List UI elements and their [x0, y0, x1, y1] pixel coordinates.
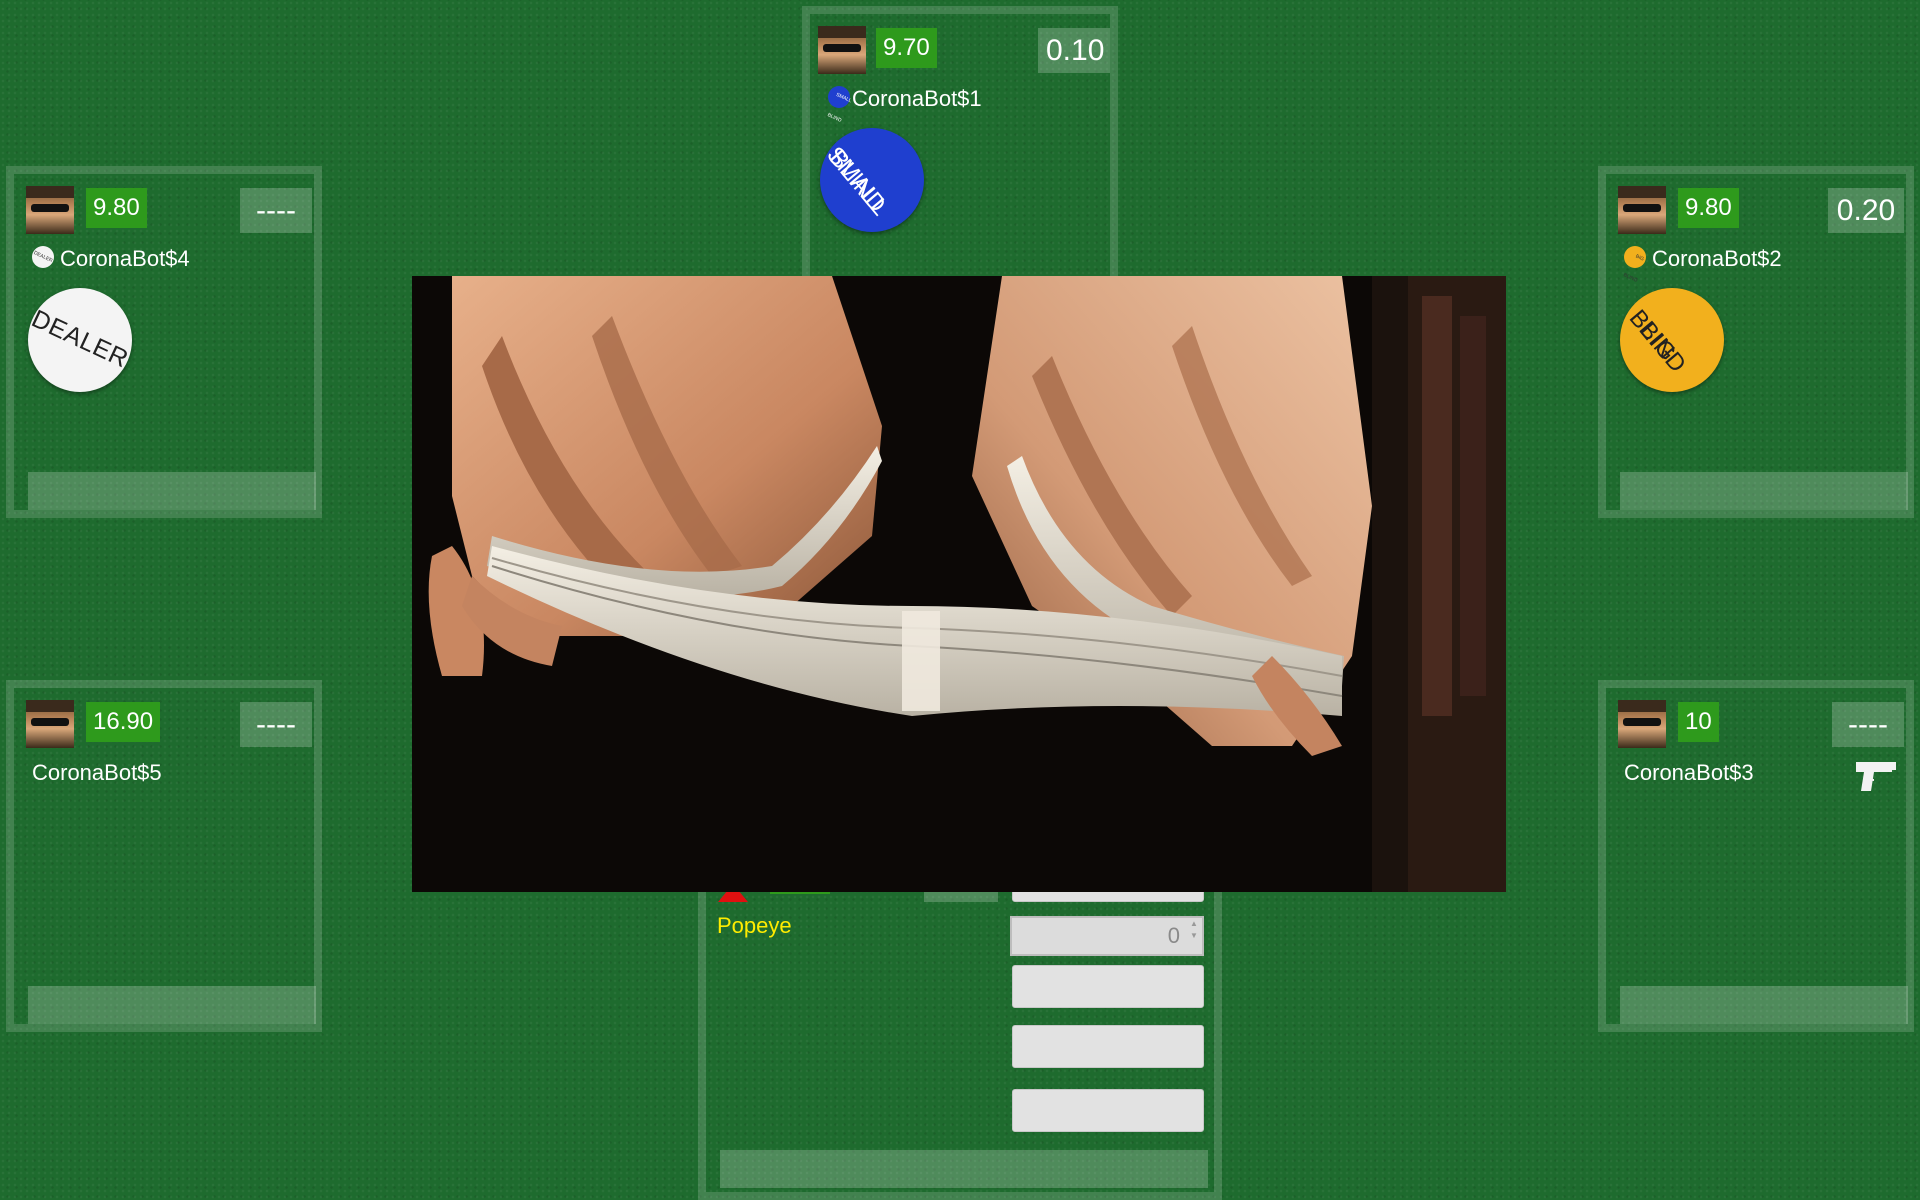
- seat-1-panel: 9.70 0.10 SMALL BLIND CoronaBot$1 SMALL B…: [802, 6, 1118, 286]
- dealer-button: DEALER: [27, 288, 133, 392]
- seat-3-panel: 10 ---- CoronaBot$3: [1598, 680, 1914, 1032]
- seat-3-stack: 10: [1678, 702, 1719, 742]
- seat-5-status-bar: [28, 986, 316, 1024]
- big-blind-chip: BIG BLIND: [1620, 288, 1724, 392]
- seat-2-player-name: CoronaBot$2: [1652, 246, 1782, 271]
- bet-amount-field[interactable]: ▲▼: [1010, 916, 1204, 956]
- seat-5-avatar: [26, 700, 74, 748]
- seat-5-bet: ----: [240, 702, 312, 747]
- pistol-icon: [1856, 762, 1896, 791]
- seat-1-stack: 9.70: [876, 28, 937, 68]
- seat-4-dealer-mini-icon: DEALER: [32, 246, 54, 268]
- seat-4-avatar: [26, 186, 74, 234]
- seat-3-avatar: [1618, 700, 1666, 748]
- seat-5-panel: 16.90 ---- CoronaBot$5: [6, 680, 322, 1032]
- seat-2-status-bar: [1620, 472, 1908, 510]
- seat-2-bet: 0.20: [1828, 188, 1904, 233]
- seat-4-status-bar: [28, 472, 316, 510]
- seat-3-player-name: CoronaBot$3: [1624, 760, 1754, 785]
- seat-5-player-name: CoronaBot$5: [32, 760, 162, 785]
- seat-1-small-blind-mini-icon: SMALL BLIND: [826, 86, 852, 124]
- action-button-call[interactable]: [1012, 1025, 1204, 1068]
- seat-4-stack: 9.80: [86, 188, 147, 228]
- card-shuffle-animation: [412, 276, 1506, 892]
- seat-3-bet: ----: [1832, 702, 1904, 747]
- seat-2-avatar: [1618, 186, 1666, 234]
- action-button-fold[interactable]: [1012, 965, 1204, 1008]
- hero-status-bar: [720, 1150, 1208, 1188]
- card-shuffle-image: [412, 276, 1506, 892]
- bet-amount-spinner[interactable]: ▲ ▼: [1186, 918, 1202, 954]
- seat-4-bet: ----: [240, 188, 312, 233]
- seat-2-panel: 9.80 0.20 BIG BLIND CoronaBot$2 BIG BLIND: [1598, 166, 1914, 518]
- seat-5-stack: 16.90: [86, 702, 161, 742]
- bet-amount-input[interactable]: [1012, 918, 1186, 954]
- seat-1-player-name: CoronaBot$1: [852, 86, 982, 111]
- seat-1-avatar: [818, 26, 866, 74]
- seat-2-big-blind-mini-icon: BIG BLIND: [1622, 246, 1646, 284]
- seat-4-player-name: CoronaBot$4: [60, 246, 190, 271]
- seat-2-stack: 9.80: [1678, 188, 1739, 228]
- seat-3-status-bar: [1620, 986, 1908, 1024]
- seat-4-panel: 9.80 ---- DEALER CoronaBot$4 DEALER: [6, 166, 322, 518]
- action-button-raise[interactable]: [1012, 1089, 1204, 1132]
- small-blind-chip: SMALL BLIND: [820, 128, 924, 232]
- hero-player-name: Popeye: [717, 913, 792, 938]
- seat-1-bet: 0.10: [1038, 28, 1110, 73]
